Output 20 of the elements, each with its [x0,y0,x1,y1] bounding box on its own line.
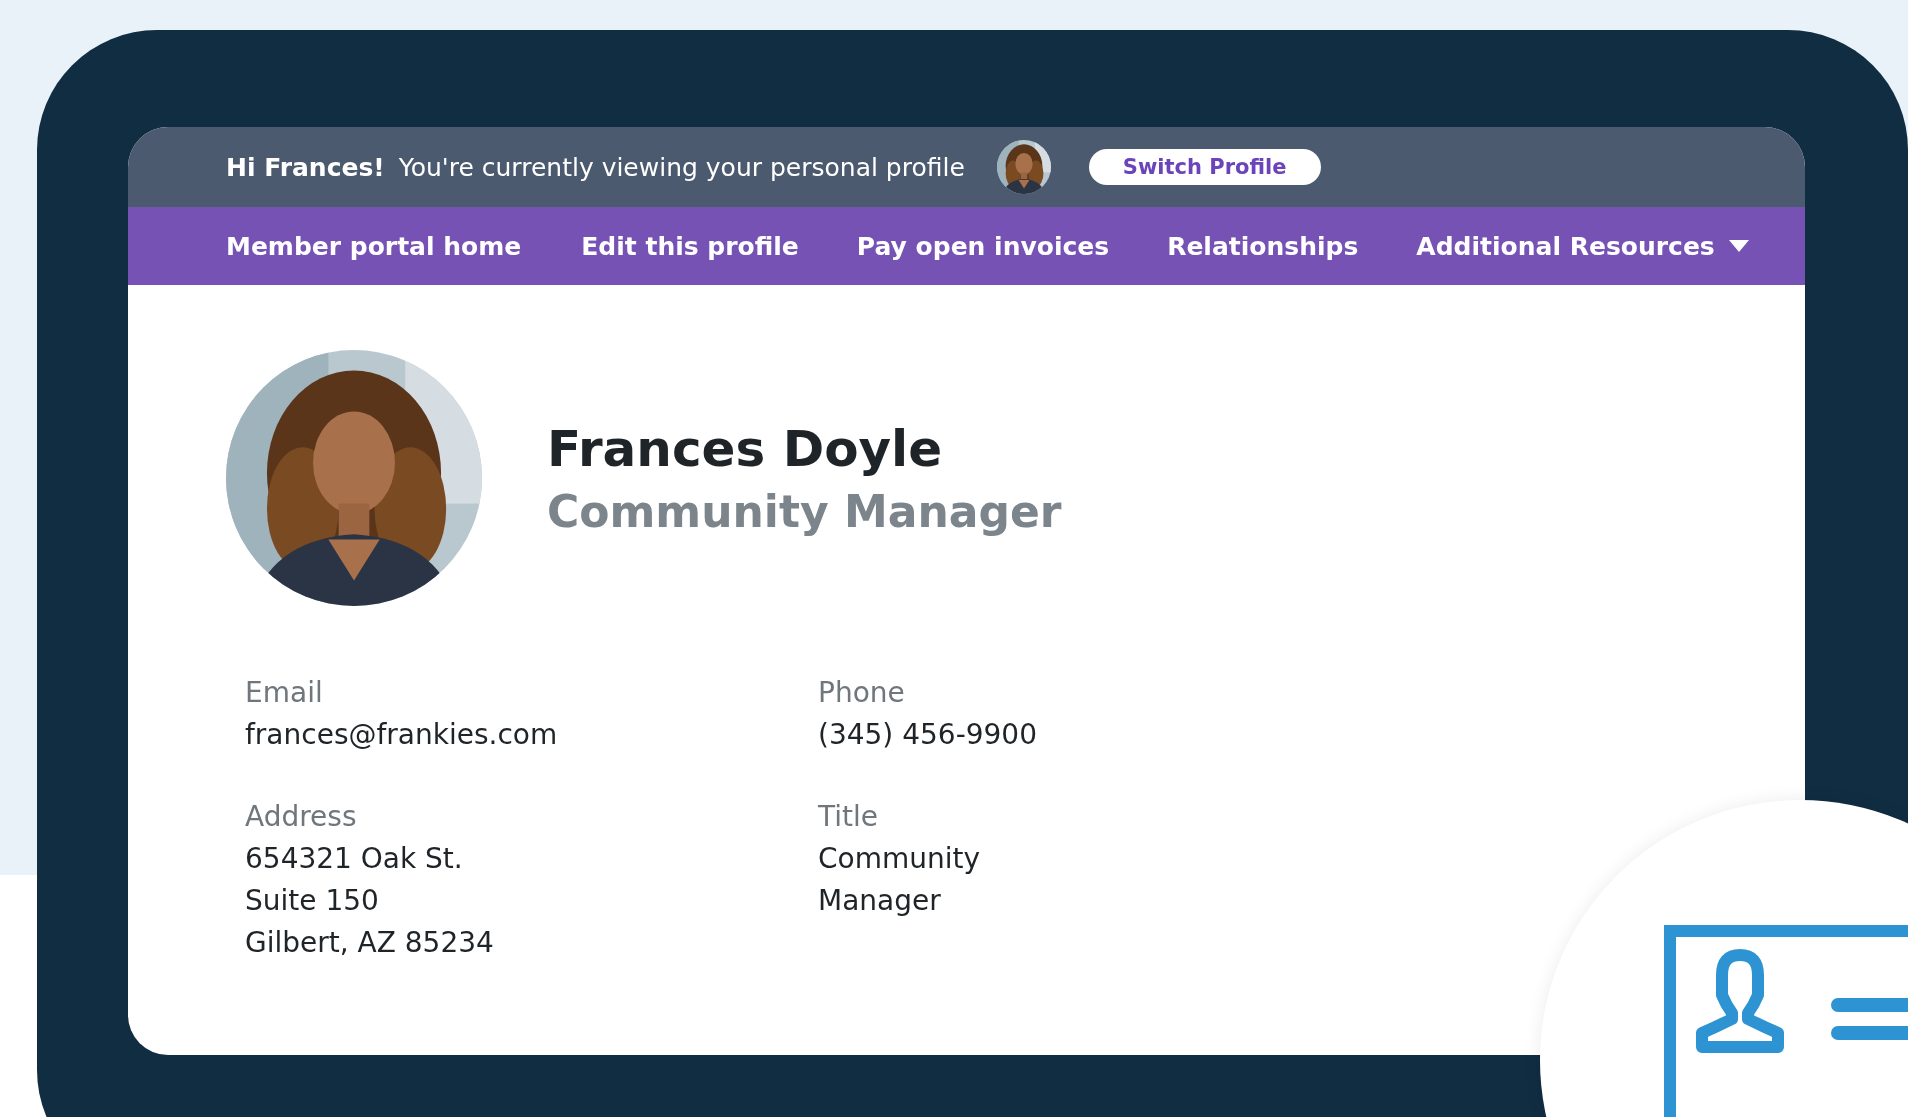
field-label: Email [245,675,324,711]
profile-role: Community Manager [547,485,1062,537]
nav-link[interactable]: Relationships [1167,231,1359,261]
field-label: Address [245,799,358,835]
field-value: frances@frankies.com [245,717,559,753]
switch-profile-button[interactable]: Switch Profile [1088,149,1321,185]
profile-name: Frances Doyle [547,419,944,478]
nav-link[interactable]: Edit this profile [581,231,799,261]
id-card-icon [1664,925,1908,1117]
nav-link[interactable]: Member portal home [226,231,522,261]
field-label: Title [818,799,879,835]
nav-dropdown[interactable]: Additional Resources [1416,231,1749,261]
field-value: 654321 Oak St. Suite 150 Gilbert, AZ 85234 [245,841,495,961]
field-value: (345) 456-9900 [818,717,1038,753]
caret-icon [1728,240,1749,252]
field-label: Phone [818,675,906,711]
greeting: Hi Frances! [226,152,385,182]
nav-link[interactable]: Pay open invoices [856,231,1110,261]
profile-message: You're currently viewing your personal profile [398,152,965,182]
field-value: Community Manager [818,841,982,919]
